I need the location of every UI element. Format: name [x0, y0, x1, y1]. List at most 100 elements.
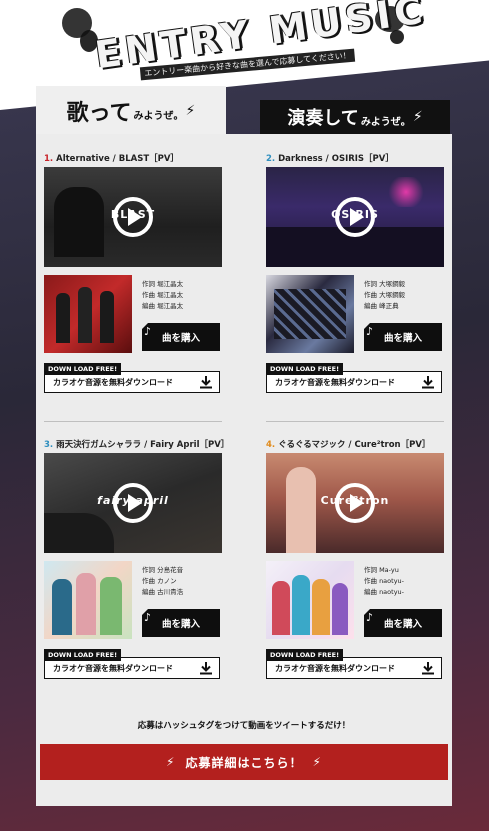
video-logo: OSIRIS — [331, 208, 379, 221]
video-thumbnail[interactable]: BLAST — [44, 167, 222, 267]
stage-light — [386, 177, 426, 207]
song-credits: 作詞 Ma-yu 作曲 naotyu- 編曲 naotyu- — [364, 565, 404, 598]
album-jacket[interactable] — [266, 275, 354, 353]
download-label: カラオケ音源を無料ダウンロード — [275, 663, 395, 673]
buy-song-button[interactable]: 曲を購入 — [364, 323, 442, 351]
bolt-icon: ⚡ — [166, 755, 176, 769]
download-label: カラオケ音源を無料ダウンロード — [53, 377, 173, 387]
jacket-figure — [292, 575, 310, 635]
song-card-4: 4. ぐるぐるマジック / Cure²tron［PV］ Cure²tron 作詞… — [266, 438, 446, 679]
song-info: 作詞 大塚鋼毅 作曲 大塚鋼毅 編曲 峰正典 曲を購入 ♪ — [266, 275, 446, 355]
song-title-text: Alternative / BLAST［PV］ — [56, 154, 179, 164]
download-karaoke[interactable]: カラオケ音源を無料ダウンロード DOWN LOAD FREE! — [44, 649, 220, 679]
buy-song-button[interactable]: 曲を購入 — [142, 323, 220, 351]
video-logo: Cure²tron — [320, 494, 390, 507]
video-thumbnail[interactable]: Cure²tron — [266, 453, 444, 553]
buy-song-label: 曲を購入 — [383, 619, 422, 630]
song-card-3: 3. 雨天決行ガムシャララ / Fairy April［PV］ fairy ap… — [44, 438, 229, 679]
jacket-figure — [332, 583, 348, 635]
song-card-1: 1. Alternative / BLAST［PV］ BLAST 作詞 堀江晶太… — [44, 152, 224, 393]
video-drum — [44, 513, 114, 553]
entry-details-button[interactable]: ⚡ 応募詳細はこちら！ ⚡ — [40, 744, 448, 780]
download-free-tag: DOWN LOAD FREE! — [266, 649, 344, 661]
jacket-art — [274, 289, 346, 339]
buy-song-button[interactable]: 曲を購入 — [142, 609, 220, 637]
song-card-2: 2. Darkness / OSIRIS［PV］ OSIRIS 作詞 大塚鋼毅 … — [266, 152, 446, 393]
music-note-icon: ♪ — [144, 325, 152, 338]
jacket-figure — [312, 579, 330, 635]
buy-song-label: 曲を購入 — [383, 333, 422, 344]
tweet-instruction: 応募はハッシュタグをつけて動画をツイートするだけ！ — [137, 721, 351, 731]
video-logo: BLAST — [110, 208, 156, 221]
buy-song-button[interactable]: 曲を購入 — [364, 609, 442, 637]
download-karaoke[interactable]: カラオケ音源を無料ダウンロード DOWN LOAD FREE! — [266, 649, 442, 679]
song-credits: 作詞 大塚鋼毅 作曲 大塚鋼毅 編曲 峰正典 — [364, 279, 405, 312]
music-note-icon: ♪ — [366, 611, 374, 624]
tab-play-sub: みようぜ。 — [360, 116, 411, 128]
page-title: ENTRY MUSIC — [92, 0, 429, 78]
credit-lyrics: 作詞 大塚鋼毅 — [364, 280, 406, 288]
header: ENTRY MUSIC エントリー楽曲から好きな曲を選んで応募してください！ — [0, 0, 489, 100]
video-thumbnail[interactable]: OSIRIS — [266, 167, 444, 267]
download-label: カラオケ音源を無料ダウンロード — [275, 377, 395, 387]
download-free-tag: DOWN LOAD FREE! — [266, 363, 344, 375]
jacket-figure — [100, 291, 114, 343]
jacket-figure — [272, 581, 290, 635]
bolt-icon: ⚡ — [185, 103, 196, 119]
credit-lyrics: 作詞 分島花音 — [142, 566, 184, 574]
divider — [44, 421, 222, 422]
song-title[interactable]: 1. Alternative / BLAST［PV］ — [44, 152, 224, 166]
jacket-figure — [78, 287, 92, 343]
song-title[interactable]: 3. 雨天決行ガムシャララ / Fairy April［PV］ — [44, 438, 229, 452]
download-icon — [422, 376, 434, 389]
tab-sing-sub: みようぜ。 — [133, 110, 184, 122]
download-karaoke[interactable]: カラオケ音源を無料ダウンロード DOWN LOAD FREE! — [266, 363, 442, 393]
buy-song-label: 曲を購入 — [161, 333, 200, 344]
jacket-figure — [76, 573, 96, 635]
tab-play[interactable]: 演奏して みようぜ。 ⚡ — [260, 100, 450, 134]
song-info: 作詞 分島花音 作曲 カノン 編曲 古川貴浩 曲を購入 ♪ — [44, 561, 224, 641]
jacket-figure — [52, 579, 72, 635]
credit-arrangement: 編曲 峰正典 — [364, 302, 399, 310]
buy-song-label: 曲を購入 — [161, 619, 200, 630]
download-icon — [200, 376, 212, 389]
music-note-icon: ♪ — [366, 325, 374, 338]
tab-sing[interactable]: 歌って みようぜ。 ⚡ — [36, 86, 226, 136]
jacket-figure — [56, 293, 70, 343]
download-free-tag: DOWN LOAD FREE! — [44, 649, 122, 661]
credit-music: 作曲 naotyu- — [364, 577, 405, 585]
song-info: 作詞 堀江晶太 作曲 堀江晶太 編曲 堀江晶太 曲を購入 ♪ — [44, 275, 224, 355]
video-logo: fairy april — [97, 494, 169, 507]
song-title-text: 雨天決行ガムシャララ / Fairy April［PV］ — [56, 440, 230, 450]
song-number: 1. — [44, 154, 54, 164]
credit-music: 作曲 カノン — [142, 577, 177, 585]
credit-arrangement: 編曲 naotyu- — [364, 588, 405, 596]
credit-music: 作曲 大塚鋼毅 — [364, 291, 406, 299]
bolt-icon: ⚡ — [312, 755, 322, 769]
song-title-text: ぐるぐるマジック / Cure²tron［PV］ — [278, 440, 431, 450]
tab-sing-label: 歌って — [66, 101, 132, 126]
song-number: 4. — [266, 440, 276, 450]
bolt-icon: ⚡ — [412, 109, 423, 125]
song-credits: 作詞 分島花音 作曲 カノン 編曲 古川貴浩 — [142, 565, 183, 598]
album-jacket[interactable] — [266, 561, 354, 639]
jacket-figure — [100, 577, 122, 635]
song-title[interactable]: 4. ぐるぐるマジック / Cure²tron［PV］ — [266, 438, 446, 452]
divider — [266, 421, 444, 422]
video-thumbnail[interactable]: fairy april — [44, 453, 222, 553]
credit-arrangement: 編曲 堀江晶太 — [142, 302, 184, 310]
song-number: 3. — [44, 440, 54, 450]
download-free-tag: DOWN LOAD FREE! — [44, 363, 122, 375]
song-number: 2. — [266, 154, 276, 164]
download-icon — [422, 662, 434, 675]
song-title-text: Darkness / OSIRIS［PV］ — [278, 154, 394, 164]
video-singer — [286, 467, 316, 553]
download-icon — [200, 662, 212, 675]
credit-arrangement: 編曲 古川貴浩 — [142, 588, 184, 596]
album-jacket[interactable] — [44, 561, 132, 639]
download-label: カラオケ音源を無料ダウンロード — [53, 663, 173, 673]
song-title[interactable]: 2. Darkness / OSIRIS［PV］ — [266, 152, 446, 166]
download-karaoke[interactable]: カラオケ音源を無料ダウンロード DOWN LOAD FREE! — [44, 363, 220, 393]
album-jacket[interactable] — [44, 275, 132, 353]
tab-play-label: 演奏して — [287, 108, 359, 129]
